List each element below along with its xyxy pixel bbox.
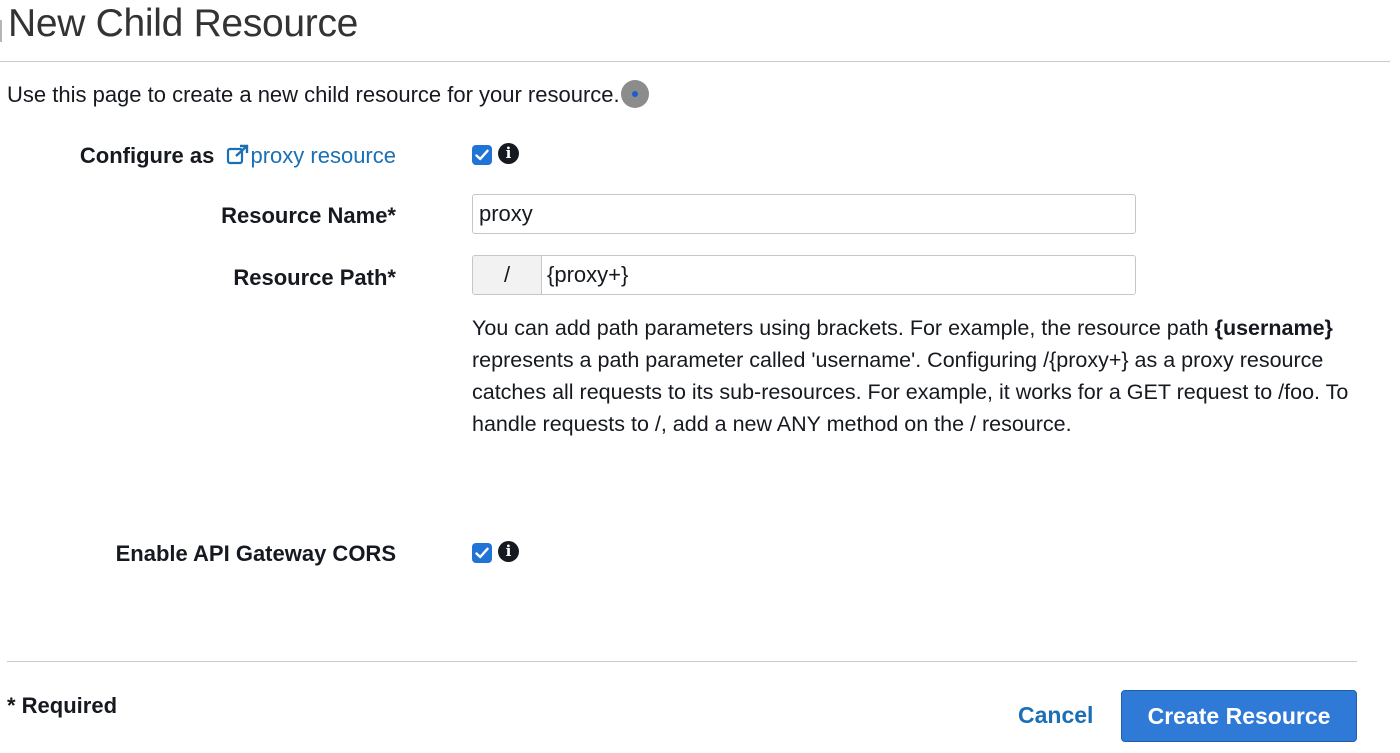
cors-label: Enable API Gateway CORS bbox=[115, 541, 396, 566]
page-description-text: Use this page to create a new child reso… bbox=[7, 82, 620, 107]
page-title: New Child Resource bbox=[8, 2, 359, 45]
checkmark-icon bbox=[475, 547, 489, 559]
external-link-icon bbox=[227, 144, 249, 165]
resource-path-label: Resource Path* bbox=[233, 265, 396, 290]
proxy-link-text: proxy resource bbox=[250, 143, 396, 168]
title-divider bbox=[0, 61, 1390, 62]
resource-path-help: You can add path parameters using bracke… bbox=[472, 312, 1372, 440]
left-edge-marker bbox=[0, 20, 2, 42]
checkmark-icon bbox=[475, 149, 489, 161]
new-child-resource-page: New Child Resource Use this page to crea… bbox=[0, 0, 1400, 753]
cors-info-icon[interactable]: i bbox=[498, 541, 519, 562]
proxy-info-icon[interactable]: i bbox=[498, 143, 519, 164]
proxy-label-prefix: Configure as bbox=[79, 143, 215, 168]
help-text-part2: represents a path parameter called 'user… bbox=[472, 348, 1349, 436]
resource-name-input[interactable] bbox=[472, 194, 1136, 234]
page-description: Use this page to create a new child reso… bbox=[7, 80, 649, 108]
required-note: * Required bbox=[7, 693, 118, 718]
footer-divider bbox=[7, 661, 1357, 662]
resource-name-label: Resource Name* bbox=[221, 203, 396, 228]
help-text-username: {username} bbox=[1214, 316, 1333, 340]
create-resource-button[interactable]: Create Resource bbox=[1121, 690, 1357, 742]
mouse-cursor-indicator bbox=[620, 80, 649, 108]
help-text-part1: You can add path parameters using bracke… bbox=[472, 316, 1209, 340]
proxy-resource-label: Configure as proxy resource bbox=[80, 143, 396, 169]
proxy-resource-link[interactable]: proxy resource bbox=[220, 143, 396, 168]
cancel-button[interactable]: Cancel bbox=[1018, 702, 1093, 729]
resource-path-input[interactable] bbox=[542, 256, 1135, 294]
resource-path-prefix: / bbox=[473, 256, 542, 294]
resource-path-field: / bbox=[472, 255, 1136, 295]
proxy-resource-checkbox[interactable] bbox=[472, 145, 492, 165]
cors-checkbox[interactable] bbox=[472, 543, 492, 563]
